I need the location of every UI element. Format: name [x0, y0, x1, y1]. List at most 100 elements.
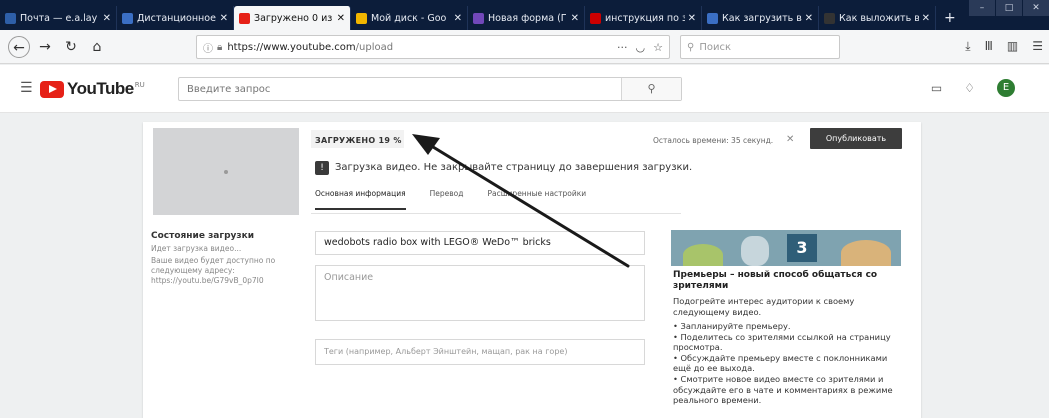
publish-button[interactable]: Опубликовать [810, 128, 902, 149]
bookmark-star-icon[interactable]: ☆ [653, 41, 663, 54]
youtube-play-icon [40, 80, 64, 98]
page-actions-button[interactable]: ··· [617, 41, 628, 54]
upload-status-sub: Идет загрузка видео... [151, 244, 242, 253]
banner-illustration-shape [683, 244, 723, 266]
maximize-button[interactable]: □ [996, 0, 1022, 16]
warning-icon: ! [315, 161, 329, 175]
minimize-button[interactable]: – [969, 0, 995, 16]
menu-icon[interactable]: ☰ [1032, 39, 1043, 54]
browser-tab[interactable]: Как загрузить в ✕ [702, 6, 819, 30]
video-title-input[interactable]: wedobots radio box with LEGO® WeDo™ bric… [315, 231, 645, 255]
premieres-bullet: • Смотрите новое видео вместе со зрителя… [673, 373, 893, 406]
tabs-divider [311, 213, 681, 214]
new-tab-button[interactable]: + [936, 6, 964, 30]
info-icon: ⓘ [203, 43, 213, 55]
window-controls: – □ ✕ [968, 0, 1049, 16]
upload-card: Состояние загрузки Идет загрузка видео..… [143, 122, 921, 418]
browser-tab[interactable]: инструкция по з ✕ [585, 6, 702, 30]
browser-tab-label: Загружено 0 из [254, 12, 333, 24]
browser-tab-label: Как выложить в [839, 12, 919, 24]
time-remaining: Осталось времени: 35 секунд. [653, 136, 774, 145]
page-icon [824, 12, 835, 24]
browser-tab-strip: Почта — e.a.lay ✕ Дистанционное ✕ Загружено … [0, 0, 1049, 30]
home-icon: ⌂ [92, 38, 102, 55]
page-icon [122, 12, 133, 24]
premieres-banner-image: 3 [671, 230, 901, 266]
upload-progress-label: ЗАГРУЖЕНО 19 % [315, 136, 402, 145]
close-tab-icon[interactable]: ✕ [571, 13, 579, 24]
premieres-bullet: • Обсуждайте премьеру вместе с поклонник… [673, 352, 888, 374]
browser-tab-label: Почта — e.a.lay [20, 12, 98, 24]
address-bar[interactable]: ⓘ 🔒︎ https://www.youtube.com /upload ···… [196, 35, 670, 59]
forward-button[interactable]: → [34, 36, 56, 58]
browser-tab-label: инструкция по з [605, 12, 685, 24]
notifications-bell-icon[interactable]: ♢ [964, 81, 975, 95]
upload-tabs: Основная информация Перевод Расширенные … [315, 189, 586, 210]
page-icon [707, 12, 718, 24]
close-tab-icon[interactable]: ✕ [103, 13, 111, 24]
url-host: https://www.youtube.com [227, 41, 356, 53]
arrow-left-icon: ← [13, 39, 25, 56]
guide-menu-icon[interactable]: ☰ [20, 80, 33, 96]
youtube-search-input[interactable] [179, 78, 621, 100]
browser-tab-label: Как загрузить в [722, 12, 802, 24]
browser-tab[interactable]: Загружено 0 из ✕ [234, 6, 351, 30]
mail-icon [5, 12, 16, 24]
youtube-icon [239, 12, 250, 24]
banner-number: 3 [787, 234, 817, 262]
create-video-icon[interactable]: ▭ [931, 81, 942, 95]
logo-region: RU [134, 80, 145, 89]
reload-button[interactable]: ↻ [60, 36, 82, 58]
tab-basic-info[interactable]: Основная информация [315, 189, 406, 210]
logo-text: YouTube [67, 79, 134, 98]
premieres-bullets: • Запланируйте премьеру. • Поделитесь со… [673, 321, 905, 406]
lock-icon: 🔒︎ [217, 41, 223, 53]
banner-illustration-shape [741, 236, 769, 266]
video-description-input[interactable]: Описание [315, 265, 645, 321]
video-tags-input[interactable]: Теги (например, Альберт Эйнштейн, мащап,… [315, 339, 645, 365]
browser-tab-label: Дистанционное [137, 12, 216, 24]
close-tab-icon[interactable]: ✕ [220, 13, 228, 24]
video-thumbnail [153, 128, 299, 215]
avatar[interactable]: E [997, 79, 1015, 97]
browser-tab[interactable]: Как выложить в ✕ [819, 6, 936, 30]
browser-search-field[interactable]: ⚲ Поиск [680, 35, 840, 59]
tab-translation[interactable]: Перевод [430, 189, 464, 210]
drive-icon [356, 12, 367, 24]
youtube-logo[interactable]: YouTube RU [40, 79, 145, 99]
close-tab-icon[interactable]: ✕ [337, 13, 345, 24]
pocket-icon[interactable]: ◡ [636, 41, 646, 54]
upload-status-heading: Состояние загрузки [151, 231, 255, 241]
tab-advanced-settings[interactable]: Расширенные настройки [487, 189, 586, 210]
cancel-upload-icon[interactable]: ✕ [786, 134, 794, 145]
close-tab-icon[interactable]: ✕ [922, 13, 930, 24]
arrow-right-icon: → [39, 38, 51, 55]
close-tab-icon[interactable]: ✕ [688, 13, 696, 24]
browser-tab-label: Новая форма (Г [488, 12, 567, 24]
browser-tab[interactable]: Новая форма (Г ✕ [468, 6, 585, 30]
browser-search-placeholder: Поиск [699, 41, 732, 53]
browser-tab[interactable]: Почта — e.a.lay ✕ [0, 6, 117, 30]
browser-toolbar-right: ⤓ Ⅲ ▥ ☰ [965, 39, 1043, 54]
search-icon: ⚲ [687, 41, 695, 53]
close-tab-icon[interactable]: ✕ [805, 13, 813, 24]
url-path: /upload [355, 41, 394, 53]
download-icon[interactable]: ⤓ [965, 39, 970, 54]
library-icon[interactable]: Ⅲ [985, 39, 993, 54]
close-tab-icon[interactable]: ✕ [454, 13, 462, 24]
youtube-header-actions: ▭ ♢ E [931, 79, 1015, 97]
browser-tab[interactable]: Мой диск - Goo ✕ [351, 6, 468, 30]
banner-illustration-shape [841, 240, 891, 266]
reload-icon: ↻ [65, 38, 77, 55]
premieres-bullet: • Запланируйте премьеру. [673, 321, 791, 331]
back-button[interactable]: ← [8, 35, 30, 58]
home-button[interactable]: ⌂ [86, 36, 108, 58]
sidebar-icon[interactable]: ▥ [1007, 39, 1018, 54]
browser-tab[interactable]: Дистанционное ✕ [117, 6, 234, 30]
yandex-icon [590, 12, 601, 24]
youtube-search-button[interactable]: ⚲ [621, 78, 681, 100]
search-icon: ⚲ [647, 82, 656, 95]
premieres-bullet: • Поделитесь со зрителями ссылкой на стр… [673, 331, 891, 353]
youtube-search-box: ⚲ [178, 77, 682, 101]
close-window-button[interactable]: ✕ [1023, 0, 1049, 16]
